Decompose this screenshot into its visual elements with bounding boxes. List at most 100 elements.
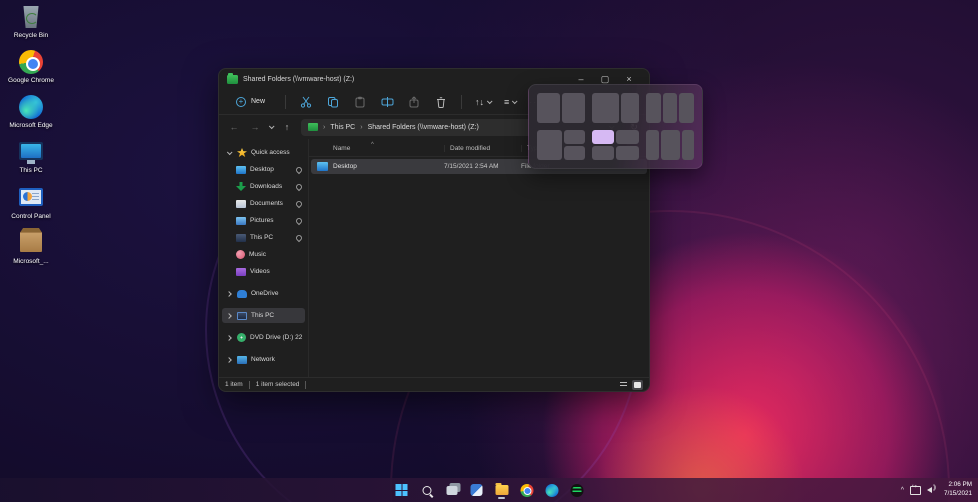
paste-button[interactable] bbox=[353, 95, 367, 109]
chrome-icon bbox=[18, 49, 44, 75]
rename-button[interactable] bbox=[380, 95, 394, 109]
network-tray-icon[interactable] bbox=[910, 486, 921, 495]
desktop-icon-google-chrome[interactable]: Google Chrome bbox=[4, 49, 58, 85]
green-app-taskbar-button[interactable] bbox=[568, 481, 586, 499]
sidebar-item-dvd-drive[interactable]: DVD Drive (D:) 2200 bbox=[222, 330, 305, 345]
sidebar-item-music[interactable]: Music bbox=[222, 247, 305, 262]
task-view-button[interactable] bbox=[443, 481, 461, 499]
large-icons-view-button[interactable] bbox=[632, 380, 643, 390]
sidebar-item-downloads[interactable]: Downloads bbox=[222, 179, 305, 194]
chevron-right-icon bbox=[226, 335, 232, 341]
details-view-button[interactable] bbox=[618, 380, 629, 390]
navigation-pane: Quick access Desktop Downloads Documents bbox=[219, 139, 309, 377]
cut-button[interactable] bbox=[299, 95, 313, 109]
sidebar-item-desktop[interactable]: Desktop bbox=[222, 162, 305, 177]
breadcrumb-this-pc[interactable]: This PC bbox=[330, 124, 355, 131]
sort-ascending-mark: ^ bbox=[371, 142, 374, 148]
breadcrumb-separator: › bbox=[360, 124, 362, 131]
windows-logo-icon bbox=[396, 484, 408, 496]
snap-layout-center-wide-three[interactable] bbox=[646, 130, 694, 160]
toolbar-divider bbox=[461, 95, 462, 109]
volume-icon[interactable] bbox=[927, 487, 932, 493]
status-divider bbox=[249, 381, 250, 389]
system-tray: ^ 2:06 PM 7/15/2021 bbox=[901, 478, 972, 502]
window-title: Shared Folders (\\vmware-host) (Z:) bbox=[243, 76, 354, 83]
recent-locations-chevron[interactable] bbox=[269, 123, 275, 129]
control-panel-icon bbox=[18, 185, 44, 211]
file-date-modified: 7/15/2021 2:54 AM bbox=[444, 163, 521, 170]
new-button[interactable]: + New bbox=[229, 94, 272, 110]
chrome-taskbar-button[interactable] bbox=[518, 481, 536, 499]
column-header-date-modified[interactable]: Date modified bbox=[444, 145, 521, 152]
desktop-icon-label: This PC bbox=[19, 167, 42, 175]
sidebar-item-this-pc[interactable]: This PC bbox=[222, 308, 305, 323]
thumbnail-view-icon bbox=[634, 382, 641, 388]
chevron-down-icon bbox=[487, 98, 493, 104]
desktop-icon-label: Control Panel bbox=[11, 213, 50, 221]
pin-icon bbox=[295, 216, 303, 224]
snap-layout-quad[interactable] bbox=[592, 130, 640, 160]
edge-taskbar-button[interactable] bbox=[543, 481, 561, 499]
snap-layout-two-halves[interactable] bbox=[537, 93, 585, 123]
hidden-icons-chevron[interactable]: ^ bbox=[901, 487, 904, 494]
up-button[interactable]: ↑ bbox=[280, 122, 294, 132]
sidebar-item-documents[interactable]: Documents bbox=[222, 196, 305, 211]
onedrive-cloud-icon bbox=[237, 290, 247, 298]
package-icon bbox=[18, 230, 44, 256]
paste-icon bbox=[354, 96, 366, 108]
sidebar-item-videos[interactable]: Videos bbox=[222, 264, 305, 279]
this-pc-icon bbox=[236, 234, 246, 242]
copy-button[interactable] bbox=[326, 95, 340, 109]
dvd-disc-icon bbox=[237, 333, 246, 342]
new-button-label: New bbox=[251, 98, 265, 105]
desktop-icon-label: Microsoft Edge bbox=[9, 122, 52, 130]
status-divider bbox=[305, 381, 306, 389]
chevron-right-icon bbox=[226, 357, 232, 363]
snap-layout-two-thirds-split[interactable] bbox=[592, 93, 640, 123]
pin-icon bbox=[295, 199, 303, 207]
sidebar-item-this-pc-pinned[interactable]: This PC bbox=[222, 230, 305, 245]
rename-icon bbox=[381, 96, 394, 108]
list-view-icon bbox=[620, 382, 627, 388]
sidebar-item-pictures[interactable]: Pictures bbox=[222, 213, 305, 228]
desktop-icon-this-pc[interactable]: This PC bbox=[4, 139, 58, 175]
pin-icon bbox=[295, 182, 303, 190]
snap-layouts-flyout bbox=[528, 84, 703, 169]
snap-layout-three-columns[interactable] bbox=[646, 93, 694, 123]
start-button[interactable] bbox=[393, 481, 411, 499]
desktop-folder-icon bbox=[236, 166, 246, 174]
pin-icon bbox=[295, 165, 303, 173]
snap-cell-hovered[interactable] bbox=[592, 130, 615, 144]
widgets-button[interactable] bbox=[468, 481, 486, 499]
desktop-icon-recycle-bin[interactable]: Recycle Bin bbox=[4, 4, 58, 40]
sidebar-item-network[interactable]: Network bbox=[222, 352, 305, 367]
documents-icon bbox=[236, 200, 246, 208]
search-icon bbox=[422, 486, 431, 495]
downloads-icon bbox=[236, 182, 246, 191]
back-button[interactable]: ← bbox=[227, 122, 241, 132]
view-dropdown[interactable]: ≡ bbox=[504, 97, 516, 107]
sidebar-item-onedrive[interactable]: OneDrive bbox=[222, 286, 305, 301]
share-button[interactable] bbox=[407, 95, 421, 109]
sort-icon: ↑↓ bbox=[475, 97, 484, 107]
clock[interactable]: 2:06 PM 7/15/2021 bbox=[944, 481, 972, 499]
copy-icon bbox=[327, 96, 339, 108]
sidebar-item-quick-access[interactable]: Quick access bbox=[222, 145, 305, 160]
desktop-icon-control-panel[interactable]: Control Panel bbox=[4, 185, 58, 221]
desktop-icon-label: Recycle Bin bbox=[14, 32, 48, 40]
search-button[interactable] bbox=[418, 481, 436, 499]
forward-button[interactable]: → bbox=[248, 122, 262, 132]
desktop-icon-microsoft-edge[interactable]: Microsoft Edge bbox=[4, 94, 58, 130]
delete-button[interactable] bbox=[434, 95, 448, 109]
item-count: 1 item bbox=[225, 381, 243, 388]
toolbar-divider bbox=[285, 95, 286, 109]
desktop-icon-label: Microsoft_... bbox=[13, 258, 48, 266]
breadcrumb-separator: › bbox=[323, 124, 325, 131]
column-header-name[interactable]: ^ Name bbox=[309, 145, 444, 152]
breadcrumb-shared-folders[interactable]: Shared Folders (\\vmware-host) (Z:) bbox=[368, 124, 479, 131]
sort-dropdown[interactable]: ↑↓ bbox=[475, 97, 491, 107]
snap-layout-half-plus-quarters[interactable] bbox=[537, 130, 585, 160]
file-explorer-taskbar-button[interactable] bbox=[493, 481, 511, 499]
tray-date: 7/15/2021 bbox=[944, 490, 972, 499]
desktop-icon-microsoft-package[interactable]: Microsoft_... bbox=[4, 230, 58, 266]
